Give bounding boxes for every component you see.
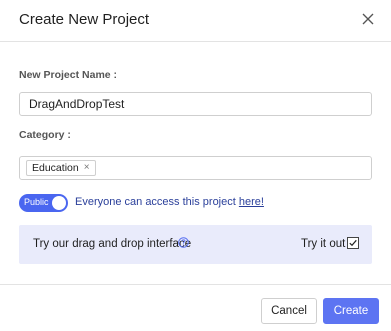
- category-label: Category :: [19, 129, 71, 141]
- check-icon: [349, 239, 357, 247]
- project-name-label: New Project Name :: [19, 69, 118, 81]
- tag-remove-icon[interactable]: ×: [84, 163, 90, 173]
- cancel-button[interactable]: Cancel: [261, 298, 317, 324]
- access-text: Everyone can access this project: [75, 196, 236, 208]
- toggle-label: Public: [24, 197, 49, 207]
- close-icon[interactable]: [361, 12, 375, 26]
- access-link[interactable]: here!: [239, 196, 264, 208]
- question-circle-icon[interactable]: [178, 237, 189, 248]
- try-it-out-checkbox[interactable]: [347, 237, 359, 249]
- create-project-dialog: Create New Project New Project Name : Ca…: [0, 0, 391, 331]
- create-button[interactable]: Create: [323, 298, 379, 324]
- footer-divider: [0, 284, 391, 285]
- drag-drop-banner: Try our drag and drop interface Try it o…: [19, 225, 372, 264]
- access-description: Everyone can access this project here!: [75, 196, 264, 208]
- dialog-title: Create New Project: [19, 11, 150, 28]
- project-name-input[interactable]: [19, 92, 372, 116]
- toggle-knob: [52, 196, 66, 210]
- category-tag-education: Education ×: [26, 160, 96, 176]
- category-tag-label: Education: [32, 162, 79, 174]
- public-toggle[interactable]: Public: [19, 194, 68, 212]
- try-it-out-label: Try it out: [301, 238, 346, 250]
- banner-text: Try our drag and drop interface: [33, 238, 192, 250]
- dialog-header: Create New Project: [0, 0, 391, 42]
- category-input[interactable]: Education ×: [19, 156, 372, 180]
